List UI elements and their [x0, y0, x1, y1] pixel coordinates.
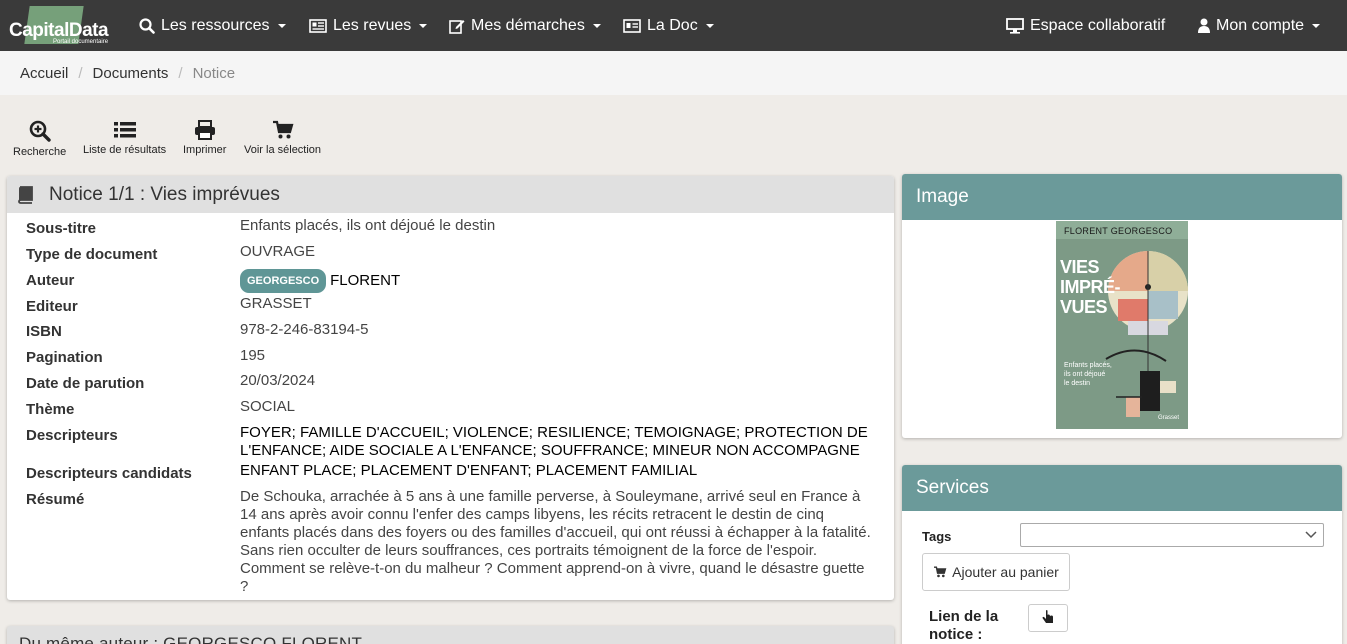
cart-icon — [272, 120, 293, 139]
date-parution-value: 20/03/2024 — [240, 372, 316, 389]
pagination-value: 195 — [240, 347, 266, 364]
theme-value: SOCIAL — [240, 398, 296, 415]
search-icon — [139, 17, 155, 34]
voir-selection-button[interactable]: Voir la sélection — [244, 120, 321, 156]
auteur-value: GEORGESCO FLORENT — [240, 269, 880, 293]
chevron-down-icon — [592, 23, 601, 28]
id-card-icon — [623, 18, 641, 33]
breadcrumb-notice: Notice — [192, 64, 236, 82]
desktop-icon — [1006, 17, 1024, 34]
type-document-value: OUVRAGE — [240, 243, 316, 260]
liste-label: Liste de résultats — [83, 144, 167, 156]
book-icon — [18, 185, 33, 204]
cart-icon — [934, 566, 947, 578]
cover-subtitle-line-2: ils ont déjoué — [1064, 371, 1106, 378]
user-icon — [1198, 18, 1210, 33]
logo-tagline: Portail documentaire — [53, 39, 109, 45]
nav-espace-label: Espace collaboratif — [1030, 16, 1166, 34]
image-panel-header: Image — [902, 174, 1342, 220]
services-panel-header: Services — [902, 465, 1342, 511]
descripteurs-candidats-label: Descripteurs candidats — [26, 465, 192, 482]
cover-publisher: Grasset — [1158, 415, 1180, 421]
nav-espace-collaboratif[interactable]: Espace collaboratif — [1006, 0, 1165, 51]
sous-titre-value: Enfants placés, ils ont déjoué le destin — [240, 217, 496, 234]
descripteurs-value: FOYER; FAMILLE D'ACCUEIL; VIOLENCE; RESI… — [240, 424, 868, 459]
chevron-down-icon — [1305, 531, 1317, 539]
chevron-down-icon — [419, 23, 428, 28]
selection-label: Voir la sélection — [244, 144, 322, 156]
cover-author: FLORENT GEORGESCO — [1064, 226, 1173, 236]
book-cover-image[interactable]: FLORENT GEORGESCO VIES IMPRÉ- VUES Enfan… — [1056, 221, 1188, 429]
newspaper-icon — [309, 18, 327, 33]
chevron-down-icon — [277, 23, 286, 28]
resume-label: Résumé — [26, 491, 85, 508]
lien-notice-label: Lien de la notice : — [929, 608, 999, 643]
nav-revues-label: Les revues — [333, 16, 412, 34]
cover-title: VIES IMPRÉ- VUES — [1060, 257, 1121, 317]
zoom-in-icon — [29, 120, 51, 142]
recherche-label: Recherche — [13, 146, 67, 158]
imprimer-label: Imprimer — [183, 144, 227, 156]
nav-compte-label: Mon compte — [1216, 16, 1305, 34]
capitaldata-logo[interactable]: CapitalData Portail documentaire — [9, 6, 109, 46]
breadcrumb-accueil[interactable]: Accueil — [20, 65, 68, 82]
breadcrumb-documents[interactable]: Documents — [93, 65, 169, 82]
nav-demarches[interactable]: Mes démarches — [449, 0, 601, 51]
list-icon — [113, 122, 136, 138]
nav-revues[interactable]: Les revues — [309, 0, 428, 51]
notice-title: Notice 1/1 : Vies imprévues — [49, 183, 280, 205]
nav-demarches-label: Mes démarches — [471, 16, 585, 34]
meme-auteur-panel[interactable]: Du même auteur : GEORGESCO FLORENT — [7, 626, 894, 644]
cover-title-line-2: IMPRÉ- — [1060, 277, 1121, 297]
breadcrumb-separator: / — [78, 64, 83, 82]
hand-pointer-icon — [1042, 610, 1053, 623]
descripteurs-candidats-value: ENFANT PLACE; PLACEMENT D'ENFANT; PLACEM… — [240, 462, 698, 479]
auteur-label: Auteur — [26, 272, 75, 289]
date-parution-label: Date de parution — [26, 375, 145, 392]
nav-ressources-label: Les ressources — [161, 16, 270, 34]
author-firstname: FLORENT — [330, 272, 401, 289]
nav-doc[interactable]: La Doc — [623, 0, 714, 51]
breadcrumb-separator: / — [178, 64, 183, 82]
recherche-button[interactable]: Recherche — [13, 120, 66, 158]
services-panel: Services Tags Ajouter au panier Lien de … — [902, 465, 1342, 644]
book-cover-artwork — [1056, 221, 1188, 429]
breadcrumb: Accueil / Documents / Notice — [0, 51, 1347, 95]
cover-subtitle-line-1: Enfants placés, — [1064, 362, 1112, 369]
theme-label: Thème — [26, 401, 75, 418]
edit-icon — [449, 18, 465, 34]
tags-label: Tags — [922, 529, 952, 544]
cover-title-line-1: VIES — [1060, 257, 1100, 277]
chevron-down-icon — [705, 23, 714, 28]
meme-auteur-title: Du même auteur : GEORGESCO FLORENT — [19, 634, 363, 644]
ajouter-panier-button[interactable]: Ajouter au panier — [922, 553, 1070, 591]
permalink-button[interactable] — [1028, 604, 1068, 632]
ajouter-panier-label: Ajouter au panier — [952, 564, 1059, 580]
isbn-label: ISBN — [26, 323, 62, 340]
author-badge[interactable]: GEORGESCO — [240, 269, 327, 293]
tags-select[interactable] — [1020, 523, 1324, 547]
nav-doc-label: La Doc — [647, 16, 698, 34]
type-document-label: Type de document — [26, 246, 158, 263]
notice-header: Notice 1/1 : Vies imprévues — [7, 176, 894, 213]
cover-subtitle-line-3: le destin — [1064, 380, 1091, 387]
descripteurs-label: Descripteurs — [26, 427, 118, 444]
chevron-down-icon — [1312, 23, 1321, 28]
nav-ressources[interactable]: Les ressources — [139, 0, 286, 51]
sous-titre-label: Sous-titre — [26, 220, 97, 237]
liste-resultats-button[interactable]: Liste de résultats — [83, 120, 166, 156]
pagination-label: Pagination — [26, 349, 103, 366]
editeur-label: Editeur — [26, 298, 78, 315]
imprimer-button[interactable]: Imprimer — [183, 120, 226, 156]
notice-panel: Notice 1/1 : Vies imprévues Sous-titre E… — [7, 176, 894, 600]
printer-icon — [194, 120, 215, 140]
editeur-value: GRASSET — [240, 295, 312, 312]
image-panel: Image FLORENT GEORGESCO VIES IMPRÉ- VUES — [902, 174, 1342, 438]
isbn-value: 978-2-246-83194-5 — [240, 321, 369, 338]
cover-subtitle: Enfants placés, ils ont déjoué le destin — [1064, 361, 1112, 388]
nav-mon-compte[interactable]: Mon compte — [1198, 0, 1321, 51]
cover-title-line-3: VUES — [1060, 297, 1108, 317]
resume-value: De Schouka, arrachée à 5 ans à une famil… — [240, 488, 871, 595]
top-navbar: CapitalData Portail documentaire Les res… — [0, 0, 1347, 51]
